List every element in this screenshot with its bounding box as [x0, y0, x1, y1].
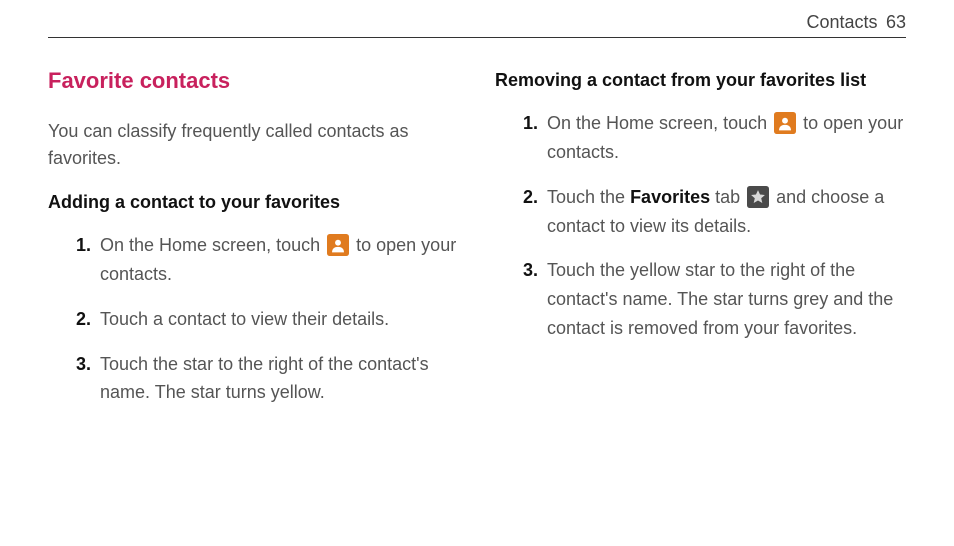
step-text-pre: On the Home screen, touch — [547, 113, 772, 133]
section-title: Favorite contacts — [48, 68, 459, 94]
right-column: Removing a contact from your favorites l… — [495, 68, 906, 423]
step-item: 3. Touch the yellow star to the right of… — [523, 256, 906, 342]
step-item: 3. Touch the star to the right of the co… — [76, 350, 459, 408]
left-column: Favorite contacts You can classify frequ… — [48, 68, 459, 423]
intro-text: You can classify frequently called conta… — [48, 118, 459, 172]
step-number: 2. — [76, 305, 91, 334]
manual-page: Contacts 63 Favorite contacts You can cl… — [0, 0, 954, 546]
favorites-label: Favorites — [630, 187, 710, 207]
content-columns: Favorite contacts You can classify frequ… — [48, 68, 906, 423]
step-text-pre: Touch the — [547, 187, 630, 207]
step-number: 1. — [523, 109, 538, 138]
step-text-pre: Touch a contact to view their details. — [100, 309, 389, 329]
subsection-title-remove: Removing a contact from your favorites l… — [495, 68, 906, 93]
step-text-pre: On the Home screen, touch — [100, 235, 325, 255]
step-number: 2. — [523, 183, 538, 212]
header-section: Contacts — [806, 12, 877, 32]
steps-list-add: 1. On the Home screen, touch to open you… — [48, 231, 459, 407]
step-number: 1. — [76, 231, 91, 260]
step-number: 3. — [523, 256, 538, 285]
contacts-icon — [774, 112, 796, 134]
step-item: 1. On the Home screen, touch to open you… — [76, 231, 459, 289]
step-item: 1. On the Home screen, touch to open you… — [523, 109, 906, 167]
step-item: 2. Touch the Favorites tab and choose a … — [523, 183, 906, 241]
step-number: 3. — [76, 350, 91, 379]
subsection-title-add: Adding a contact to your favorites — [48, 190, 459, 215]
contacts-icon — [327, 234, 349, 256]
header-page-number: 63 — [886, 12, 906, 32]
star-icon — [747, 186, 769, 208]
steps-list-remove: 1. On the Home screen, touch to open you… — [495, 109, 906, 343]
page-header: Contacts 63 — [48, 12, 906, 38]
step-text-pre: Touch the yellow star to the right of th… — [547, 260, 893, 338]
step-item: 2. Touch a contact to view their details… — [76, 305, 459, 334]
step-text-pre: Touch the star to the right of the conta… — [100, 354, 429, 403]
step-text-mid: tab — [710, 187, 745, 207]
